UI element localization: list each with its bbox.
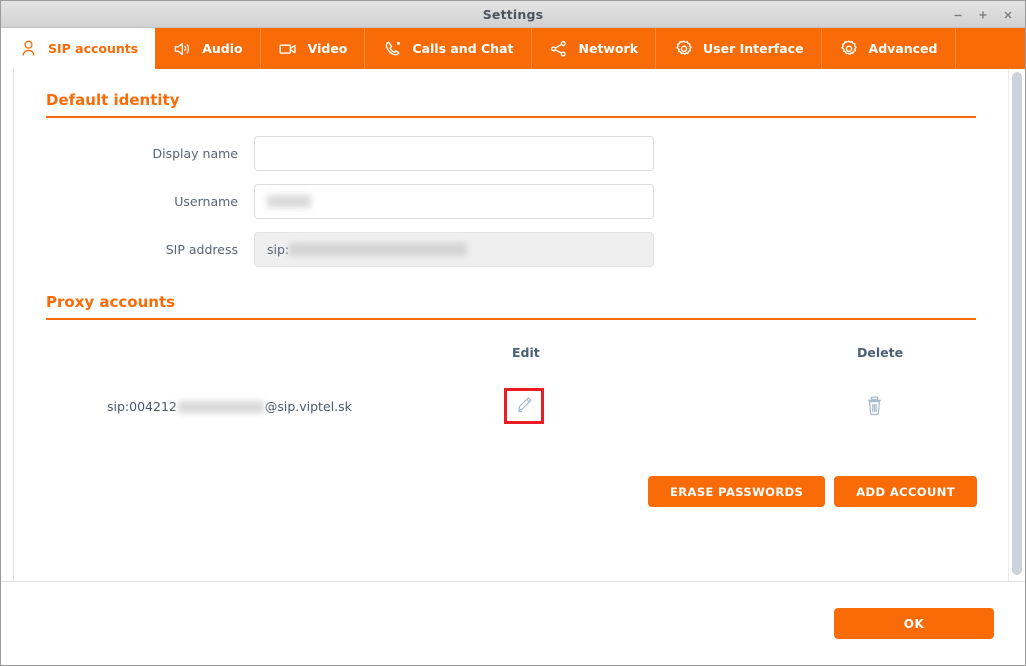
- proxy-account-suffix: @sip.viptel.sk: [264, 398, 352, 414]
- sip-address-input: sip:: [254, 232, 654, 267]
- gear-icon: [673, 38, 694, 59]
- ok-button[interactable]: OK: [834, 608, 994, 639]
- delete-cell: [857, 391, 978, 421]
- pencil-icon: [515, 395, 534, 417]
- tab-network[interactable]: Network: [532, 28, 657, 69]
- left-rail: [1, 69, 14, 581]
- window-title: Settings: [482, 6, 544, 22]
- maximize-icon[interactable]: [972, 4, 994, 26]
- sip-address-label: SIP address: [165, 242, 238, 257]
- section-divider: [46, 318, 976, 320]
- tab-calls-and-chat[interactable]: Calls and Chat: [365, 28, 532, 69]
- section-divider: [46, 116, 976, 118]
- settings-panel: Default identity Display name Username S…: [14, 69, 1008, 581]
- tab-audio[interactable]: Audio: [155, 28, 261, 69]
- column-header-edit: Edit: [512, 345, 540, 360]
- title-bar: Settings: [1, 1, 1025, 28]
- tab-bar-filler: [955, 28, 1025, 69]
- display-name-input[interactable]: [254, 136, 654, 171]
- content-area: Default identity Display name Username S…: [1, 69, 1025, 581]
- proxy-table-header: Edit Delete: [32, 345, 978, 360]
- tab-label: Network: [578, 41, 639, 56]
- proxy-account-redaction: [177, 401, 264, 413]
- gear-icon: [839, 38, 860, 59]
- form-row-username: Username: [32, 184, 978, 219]
- username-label: Username: [174, 194, 238, 209]
- username-input[interactable]: [254, 184, 654, 219]
- tab-label: User Interface: [703, 41, 804, 56]
- add-account-button[interactable]: ADD ACCOUNT: [834, 476, 977, 507]
- window-controls: [947, 1, 1019, 28]
- tab-label: SIP accounts: [48, 41, 139, 56]
- form-row-display-name: Display name: [32, 136, 978, 171]
- tab-sip-accounts[interactable]: SIP accounts: [1, 28, 156, 69]
- section-heading-default-identity: Default identity: [46, 91, 180, 109]
- tab-bar: SIP accounts Audio Video Calls and Chat …: [1, 28, 1025, 69]
- trash-icon[interactable]: [861, 391, 887, 421]
- proxy-action-buttons: ERASE PASSWORDS ADD ACCOUNT: [32, 476, 978, 507]
- proxy-accounts-section: Proxy accounts Edit Delete sip:004212 @si…: [32, 293, 978, 507]
- share-icon: [549, 38, 570, 59]
- minimize-icon[interactable]: [947, 4, 969, 26]
- settings-window: Settings SIP accounts Audio Video Calls …: [0, 0, 1026, 666]
- camera-icon: [278, 38, 299, 59]
- default-identity-form: Display name Username SIP address sip:: [32, 136, 978, 267]
- proxy-account-prefix: sip:004212: [107, 398, 177, 414]
- edit-cell: [502, 388, 857, 424]
- scrollbar-thumb[interactable]: [1012, 72, 1022, 575]
- section-heading-proxy-accounts: Proxy accounts: [46, 293, 176, 311]
- erase-passwords-button[interactable]: ERASE PASSWORDS: [648, 476, 826, 507]
- proxy-account-text: sip:004212 @sip.viptel.sk: [32, 399, 352, 414]
- column-header-delete: Delete: [857, 345, 904, 360]
- user-icon: [18, 38, 39, 59]
- tab-label: Audio: [202, 41, 243, 56]
- sip-address-value: sip:: [267, 242, 290, 257]
- edit-highlight-box[interactable]: [504, 388, 544, 424]
- tab-advanced[interactable]: Advanced: [822, 28, 956, 69]
- phone-icon: [382, 38, 403, 59]
- proxy-account-address: sip:004212 @sip.viptel.sk: [32, 399, 502, 414]
- form-row-sip-address: SIP address sip:: [32, 232, 978, 267]
- tab-video[interactable]: Video: [261, 28, 366, 69]
- tab-label: Video: [307, 41, 348, 56]
- footer-bar: OK: [1, 581, 1025, 665]
- table-row: sip:004212 @sip.viptel.sk: [32, 386, 978, 426]
- tab-label: Advanced: [868, 41, 938, 56]
- sip-address-redaction: [289, 243, 468, 256]
- username-redaction: [267, 195, 311, 208]
- tab-label: Calls and Chat: [412, 41, 514, 56]
- tab-user-interface[interactable]: User Interface: [656, 28, 822, 69]
- speaker-icon: [172, 38, 193, 59]
- close-icon[interactable]: [997, 4, 1019, 26]
- display-name-label: Display name: [152, 146, 239, 161]
- default-identity-section: Default identity Display name Username S…: [32, 91, 978, 267]
- vertical-scrollbar[interactable]: [1008, 69, 1025, 581]
